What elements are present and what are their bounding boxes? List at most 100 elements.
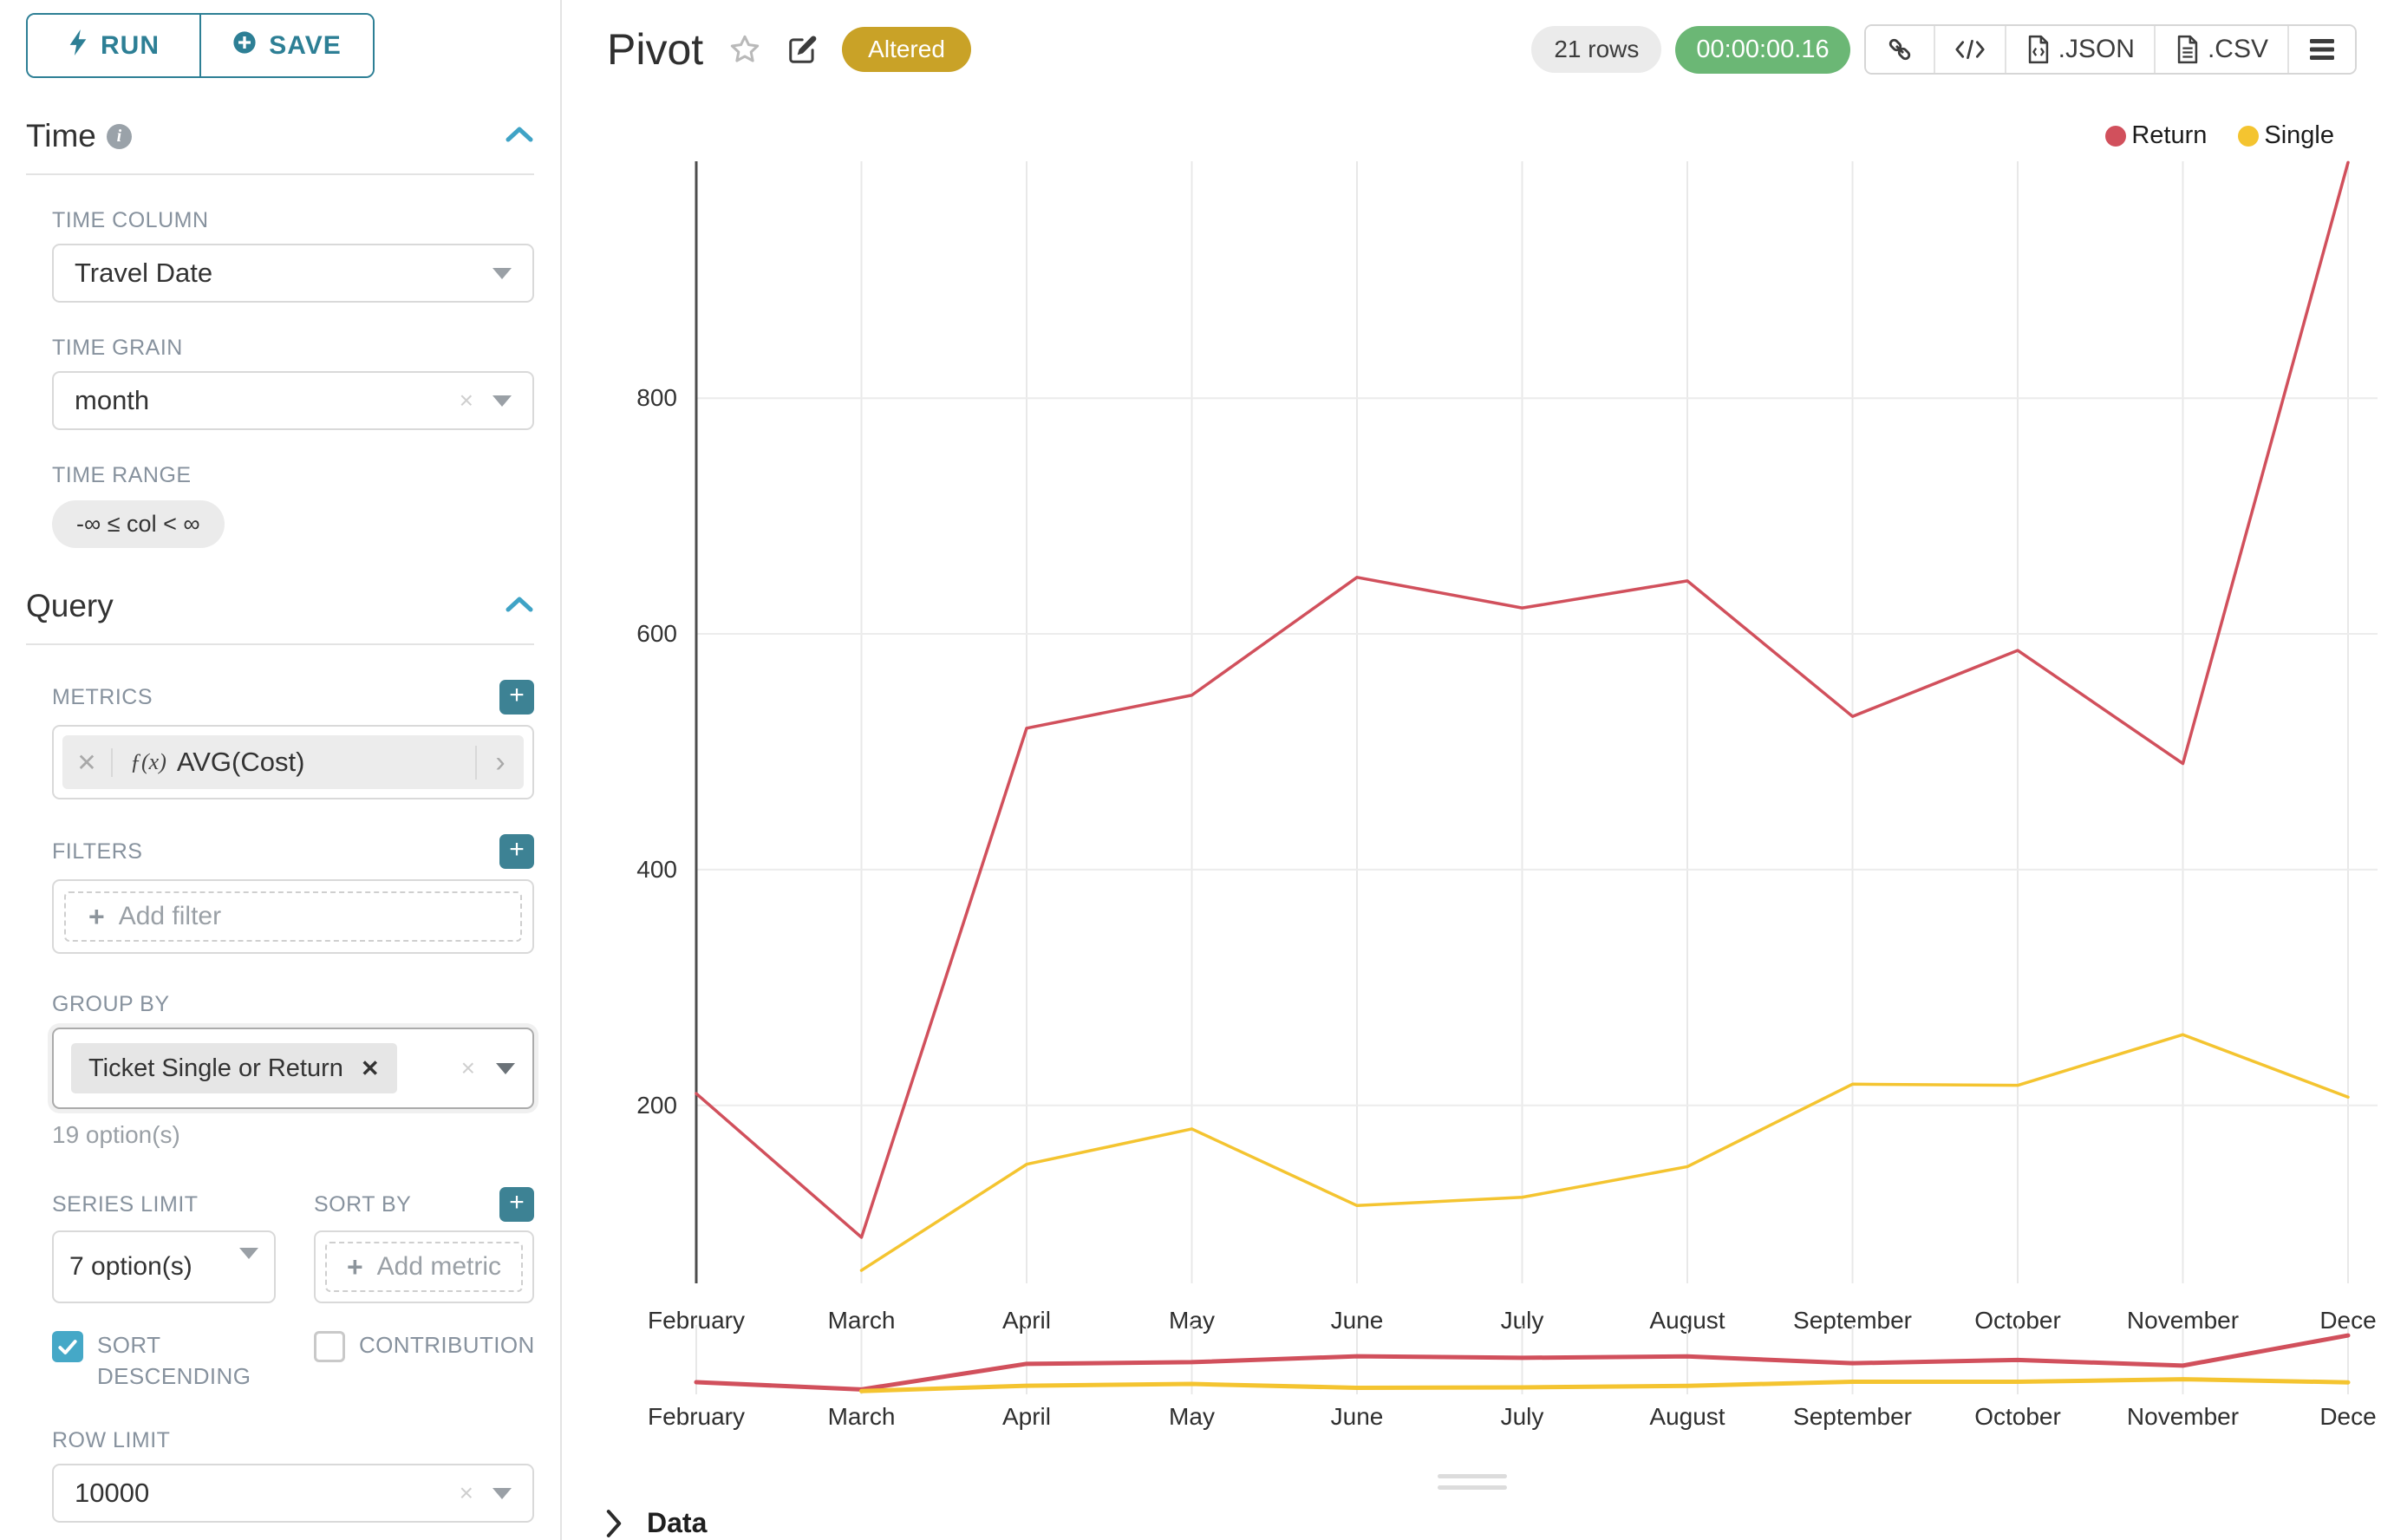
- export-csv-button[interactable]: .CSV: [2154, 26, 2287, 73]
- info-icon[interactable]: i: [107, 124, 132, 149]
- chevron-up-icon[interactable]: [505, 595, 534, 618]
- run-save-button-group: RUN SAVE: [26, 13, 375, 78]
- pane-resize-handle[interactable]: [1438, 1474, 1507, 1497]
- contribution-checkbox-item[interactable]: CONTRIBUTION: [314, 1329, 534, 1392]
- svg-text:800: 800: [636, 384, 677, 411]
- chart-menu-button[interactable]: [2287, 26, 2355, 73]
- row-limit-value: 10000: [75, 1478, 149, 1509]
- query-section-title: Query: [26, 588, 114, 624]
- metric-pill[interactable]: ✕ ƒ(x) AVG(Cost) ›: [62, 735, 524, 789]
- line-chart: 200400600800FebruaryMarchAprilMayJuneJul…: [572, 121, 2381, 1353]
- plus-circle-icon: [232, 30, 257, 62]
- chevron-down-icon: [496, 1063, 515, 1074]
- query-section-header: Query: [26, 588, 534, 624]
- favorite-star-icon[interactable]: [727, 32, 762, 67]
- metric-pill-body[interactable]: ƒ(x) AVG(Cost): [113, 747, 475, 778]
- view-query-button[interactable]: [1934, 26, 2005, 73]
- chevron-down-icon: [239, 1248, 258, 1274]
- time-section-header: Time i: [26, 118, 534, 154]
- row-count-badge: 21 rows: [1531, 26, 1661, 73]
- time-column-select[interactable]: Travel Date: [52, 244, 534, 303]
- svg-text:600: 600: [636, 620, 677, 647]
- chevron-down-icon: [493, 1488, 512, 1499]
- add-filter-plus-button[interactable]: +: [499, 834, 534, 869]
- divider: [26, 173, 534, 175]
- control-panel-sidebar: RUN SAVE Time i TIME COLUMN Travel Date: [0, 0, 562, 1540]
- metrics-label-row: METRICS +: [52, 680, 534, 715]
- chart-title: Pivot: [607, 24, 703, 75]
- data-section-toggle[interactable]: Data: [603, 1507, 707, 1539]
- chart-panel: Pivot Altered 21 rows 00:00:00.16: [564, 0, 2381, 1540]
- remove-metric-icon[interactable]: ✕: [62, 748, 113, 777]
- sort-by-label: SORT BY: [314, 1192, 411, 1217]
- lightning-icon: [68, 29, 88, 62]
- filters-label-row: FILTERS +: [52, 834, 534, 869]
- checkbox-unchecked-icon[interactable]: [314, 1331, 345, 1362]
- svg-text:August: August: [1649, 1403, 1725, 1430]
- group-by-tag: Ticket Single or Return ✕: [71, 1043, 397, 1093]
- short-link-button[interactable]: [1866, 26, 1934, 73]
- metrics-label: METRICS: [52, 685, 153, 710]
- svg-text:November: November: [2127, 1403, 2239, 1430]
- add-metric-label: Add metric: [377, 1252, 501, 1282]
- chevron-up-icon[interactable]: [505, 125, 534, 148]
- time-grain-field: TIME GRAIN month ×: [52, 336, 534, 430]
- svg-text:February: February: [648, 1403, 745, 1430]
- time-range-label: TIME RANGE: [52, 463, 534, 488]
- group-by-tag-label: Ticket Single or Return: [88, 1054, 343, 1083]
- time-section-title: Time: [26, 118, 96, 154]
- group-by-label-row: GROUP BY: [52, 992, 534, 1017]
- divider: [26, 643, 534, 645]
- time-range-field: TIME RANGE -∞ ≤ col < ∞: [52, 463, 534, 548]
- clear-icon[interactable]: ×: [461, 1054, 475, 1082]
- group-by-label: GROUP BY: [52, 992, 170, 1017]
- add-filter-button[interactable]: + Add filter: [64, 891, 522, 942]
- svg-text:200: 200: [636, 1092, 677, 1119]
- time-grain-select[interactable]: month ×: [52, 371, 534, 430]
- remove-tag-icon[interactable]: ✕: [361, 1055, 380, 1082]
- time-grain-value: month: [75, 385, 149, 416]
- svg-text:October: October: [1974, 1403, 2061, 1430]
- save-button[interactable]: SAVE: [199, 15, 373, 76]
- sort-descending-checkbox-item[interactable]: SORT DESCENDING: [52, 1329, 276, 1392]
- run-button[interactable]: RUN: [28, 15, 199, 76]
- clear-icon[interactable]: ×: [460, 387, 473, 414]
- time-range-pill[interactable]: -∞ ≤ col < ∞: [52, 500, 225, 548]
- edit-pencil-icon[interactable]: [786, 33, 819, 66]
- export-json-button[interactable]: .JSON: [2005, 26, 2154, 73]
- svg-text:September: September: [1793, 1403, 1912, 1430]
- group-by-select[interactable]: Ticket Single or Return ✕ ×: [52, 1028, 534, 1109]
- series-sort-row: SERIES LIMIT 7 option(s) SORT BY + + Add…: [52, 1187, 534, 1303]
- checkbox-row: SORT DESCENDING CONTRIBUTION: [52, 1329, 534, 1392]
- chevron-right-icon: [603, 1509, 624, 1538]
- export-csv-label: .CSV: [2208, 35, 2268, 64]
- add-sort-metric[interactable]: + Add metric: [325, 1242, 523, 1292]
- svg-text:June: June: [1331, 1403, 1384, 1430]
- svg-text:April: April: [1002, 1403, 1051, 1430]
- series-limit-label: SERIES LIMIT: [52, 1192, 199, 1217]
- row-limit-label: ROW LIMIT: [52, 1428, 534, 1453]
- checkbox-checked-icon[interactable]: [52, 1331, 83, 1362]
- row-limit-select[interactable]: 10000 ×: [52, 1464, 534, 1523]
- save-button-label: SAVE: [269, 31, 341, 61]
- filters-label: FILTERS: [52, 839, 142, 865]
- sort-by-field: SORT BY + + Add metric: [314, 1187, 534, 1303]
- add-metric-button[interactable]: +: [499, 680, 534, 715]
- plus-icon: +: [347, 1251, 363, 1283]
- series-limit-select[interactable]: 7 option(s): [52, 1230, 276, 1303]
- chart-header: Pivot Altered 21 rows 00:00:00.16: [607, 21, 2357, 78]
- export-json-label: .JSON: [2058, 35, 2135, 64]
- clear-icon[interactable]: ×: [460, 1479, 473, 1507]
- add-filter-label: Add filter: [119, 902, 221, 931]
- range-selector-chart[interactable]: FebruaryMarchAprilMayJuneJulyAugustSepte…: [572, 1325, 2381, 1455]
- metric-name: AVG(Cost): [177, 747, 305, 778]
- data-section-label: Data: [647, 1507, 707, 1539]
- chevron-right-icon[interactable]: ›: [475, 746, 524, 780]
- time-column-value: Travel Date: [75, 258, 212, 289]
- run-button-label: RUN: [101, 31, 160, 61]
- altered-badge[interactable]: Altered: [842, 27, 971, 72]
- svg-text:Dece: Dece: [2319, 1403, 2376, 1430]
- add-sort-metric-button[interactable]: +: [499, 1187, 534, 1222]
- chevron-down-icon: [493, 268, 512, 279]
- series-limit-field: SERIES LIMIT 7 option(s): [52, 1187, 276, 1303]
